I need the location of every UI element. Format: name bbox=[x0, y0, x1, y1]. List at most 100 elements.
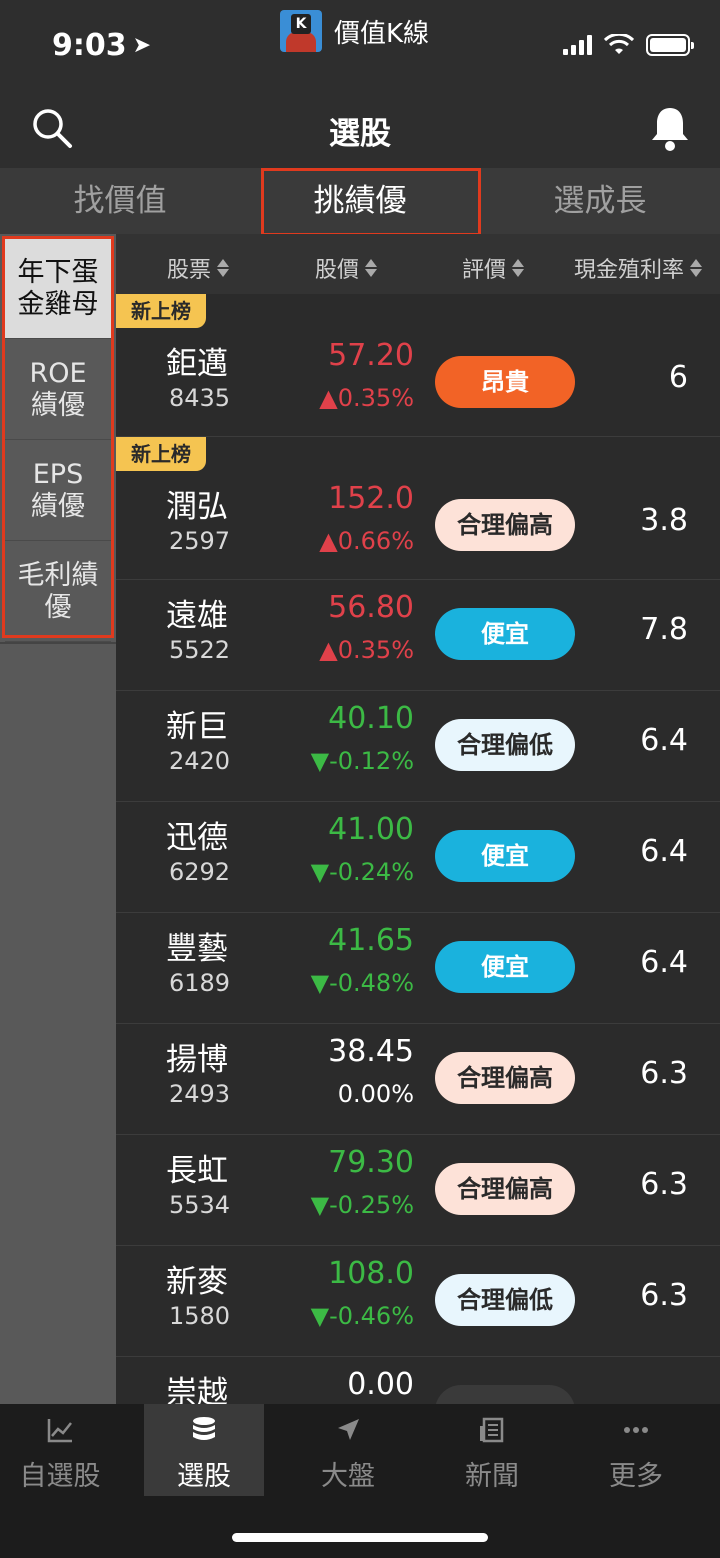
stock-row[interactable]: 新上榜鉅邁 8435 57.20 ▲0.35% 昂貴 6 bbox=[116, 294, 720, 437]
nav-label: 新聞 bbox=[465, 1461, 519, 1492]
header-yield[interactable]: 現金殖利率 bbox=[574, 252, 703, 284]
wifi-icon bbox=[604, 34, 634, 54]
page-title: 選股 bbox=[329, 116, 391, 152]
new-listing-badge: 新上榜 bbox=[116, 294, 206, 328]
app-name-text: 價值K線 bbox=[334, 18, 430, 49]
rating-pill[interactable]: 便宜 bbox=[435, 608, 575, 660]
rating-pill[interactable]: 合理偏低 bbox=[435, 1274, 575, 1326]
sort-icon bbox=[365, 259, 378, 277]
system-icons bbox=[563, 34, 694, 56]
sort-icon bbox=[512, 259, 525, 277]
stock-name: 新巨 bbox=[166, 709, 228, 745]
app-name: K 價值K線 bbox=[280, 10, 429, 52]
dividend-yield: 7.8 bbox=[640, 612, 688, 647]
rating-pill[interactable]: 合理偏高 bbox=[435, 1163, 575, 1215]
tab-find-value[interactable]: 找價值 bbox=[0, 168, 240, 234]
dividend-yield: 6.3 bbox=[640, 1056, 688, 1091]
nav-market[interactable]: 大盤 bbox=[288, 1404, 408, 1496]
header-label: 現金殖利率 bbox=[574, 258, 685, 283]
rating-pill[interactable] bbox=[435, 1385, 575, 1404]
stock-code: 8435 bbox=[169, 384, 231, 412]
status-time: 9:03 ➤ bbox=[52, 28, 151, 63]
stock-price: 108.0 bbox=[328, 1256, 414, 1291]
stock-code: 5522 bbox=[169, 636, 231, 664]
more-dots-icon bbox=[624, 1427, 648, 1433]
rating-pill[interactable]: 合理偏高 bbox=[435, 1052, 575, 1104]
stock-code: 2597 bbox=[169, 527, 231, 555]
stock-name: 鉅邁 bbox=[166, 346, 228, 382]
nav-stock-picker[interactable]: 選股 bbox=[144, 1404, 264, 1496]
signal-icon bbox=[563, 35, 592, 55]
nav-label: 更多 bbox=[609, 1461, 663, 1492]
nav-watchlist[interactable]: 自選股 bbox=[0, 1404, 120, 1496]
newspaper-icon bbox=[480, 1417, 504, 1443]
rating-pill[interactable]: 合理偏高 bbox=[435, 499, 575, 551]
category-sidebar: 年下蛋 金雞母 ROE 績優 EPS 績優 毛利績 優 bbox=[0, 234, 116, 1404]
nav-label: 選股 bbox=[177, 1461, 231, 1492]
dividend-yield: 3.8 bbox=[640, 503, 688, 538]
header-rating[interactable]: 評價 bbox=[462, 252, 525, 284]
stock-name: 豐藝 bbox=[166, 931, 228, 967]
price-change: ▼-0.46% bbox=[310, 1302, 414, 1330]
price-change: ▼-0.48% bbox=[310, 969, 414, 997]
stock-row[interactable]: 新巨 2420 40.10 ▼-0.12% 合理偏低 6.4 bbox=[116, 691, 720, 802]
stock-row[interactable]: 新麥 1580 108.0 ▼-0.46% 合理偏低 6.3 bbox=[116, 1246, 720, 1357]
stock-row[interactable]: 豐藝 6189 41.65 ▼-0.48% 便宜 6.4 bbox=[116, 913, 720, 1024]
rating-pill[interactable]: 便宜 bbox=[435, 830, 575, 882]
dividend-yield: 6.4 bbox=[640, 945, 688, 980]
price-change: ▼-0.12% bbox=[310, 747, 414, 775]
new-listing-badge: 新上榜 bbox=[116, 437, 206, 471]
nav-news[interactable]: 新聞 bbox=[432, 1404, 552, 1496]
stock-row[interactable]: 遠雄 5522 56.80 ▲0.35% 便宜 7.8 bbox=[116, 580, 720, 691]
nav-label: 大盤 bbox=[321, 1461, 375, 1492]
stock-code: 5534 bbox=[169, 1191, 231, 1219]
time-text: 9:03 bbox=[52, 28, 127, 63]
stock-price: 40.10 bbox=[328, 701, 414, 736]
stock-code: 6292 bbox=[169, 858, 231, 886]
home-indicator[interactable] bbox=[232, 1533, 488, 1542]
stock-code: 1580 bbox=[169, 1302, 231, 1330]
price-change: ▲0.35% bbox=[319, 636, 414, 664]
tab-select-growth[interactable]: 選成長 bbox=[480, 168, 720, 234]
bell-icon[interactable] bbox=[648, 104, 692, 152]
stock-name: 長虹 bbox=[166, 1153, 228, 1189]
stock-price: 152.0 bbox=[328, 481, 414, 516]
stock-row[interactable]: 揚博 2493 38.45 0.00% 合理偏高 6.3 bbox=[116, 1024, 720, 1135]
dividend-yield: 6.3 bbox=[640, 1167, 688, 1202]
navigation-arrow-icon bbox=[338, 1419, 359, 1440]
dividend-yield: 6.4 bbox=[640, 834, 688, 869]
app-logo-letter: K bbox=[291, 14, 311, 34]
app-logo: K bbox=[280, 10, 322, 52]
stock-name: 新麥 bbox=[166, 1264, 228, 1300]
stock-price: 0.00 bbox=[347, 1367, 414, 1402]
stock-price: 41.65 bbox=[328, 923, 414, 958]
stock-row[interactable]: 迅德 6292 41.00 ▼-0.24% 便宜 6.4 bbox=[116, 802, 720, 913]
rating-pill[interactable]: 合理偏低 bbox=[435, 719, 575, 771]
battery-icon bbox=[646, 34, 694, 56]
header-price[interactable]: 股價 bbox=[315, 252, 378, 284]
app-header: 選股 bbox=[0, 88, 720, 168]
price-change: ▼-0.25% bbox=[310, 1191, 414, 1219]
dividend-yield: 6 bbox=[668, 360, 688, 395]
stock-name: 揚博 bbox=[166, 1042, 228, 1078]
database-icon bbox=[193, 1417, 215, 1440]
nav-more[interactable]: 更多 bbox=[576, 1404, 696, 1496]
price-change: ▲0.35% bbox=[319, 384, 414, 412]
nav-label: 自選股 bbox=[19, 1461, 101, 1492]
table-header: 股票 股價 評價 現金殖利率 bbox=[116, 234, 720, 294]
stock-row[interactable]: 長虹 5534 79.30 ▼-0.25% 合理偏高 6.3 bbox=[116, 1135, 720, 1246]
sort-icon bbox=[690, 259, 703, 277]
stock-price: 56.80 bbox=[328, 590, 414, 625]
stock-row[interactable]: 崇越 0.00 bbox=[116, 1357, 720, 1404]
dividend-yield: 6.3 bbox=[640, 1278, 688, 1313]
header-stock[interactable]: 股票 bbox=[167, 252, 230, 284]
stock-price: 38.45 bbox=[328, 1034, 414, 1069]
header-label: 評價 bbox=[462, 258, 507, 283]
tab-pick-performance[interactable]: 挑績優 bbox=[240, 168, 481, 236]
rating-pill[interactable]: 昂貴 bbox=[435, 356, 575, 408]
stock-price: 41.00 bbox=[328, 812, 414, 847]
stock-price: 57.20 bbox=[328, 338, 414, 373]
stock-row[interactable]: 新上榜 潤弘 2597 152.0 ▲0.66% 合理偏高 3.8 bbox=[116, 437, 720, 580]
rating-pill[interactable]: 便宜 bbox=[435, 941, 575, 993]
tab-bar: 找價值 挑績優 選成長 bbox=[0, 168, 720, 236]
